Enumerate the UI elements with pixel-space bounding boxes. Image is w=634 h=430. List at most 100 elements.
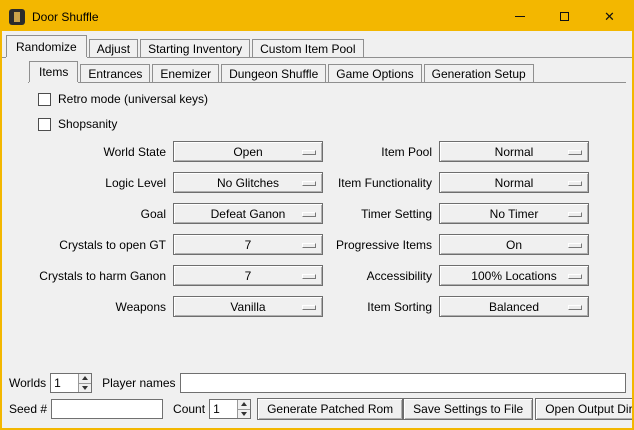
- tab-enemizer[interactable]: Enemizer: [152, 64, 219, 82]
- player-names-input[interactable]: [180, 373, 627, 393]
- caption-buttons: ✕: [497, 2, 632, 31]
- item-pool-dropdown[interactable]: Normal: [439, 141, 589, 162]
- titlebar: Door Shuffle ✕: [2, 2, 632, 31]
- progressive-items-value: On: [440, 238, 588, 252]
- accessibility-dropdown[interactable]: 100% Locations: [439, 265, 589, 286]
- shopsanity-checkbox[interactable]: Shopsanity: [38, 116, 632, 132]
- shopsanity-checkbox-box[interactable]: [38, 118, 51, 131]
- count-input[interactable]: [210, 400, 237, 418]
- count-spinbox[interactable]: [209, 399, 251, 419]
- worlds-row: Worlds Player names: [9, 373, 626, 393]
- goal-dropdown[interactable]: Defeat Ganon: [173, 203, 323, 224]
- weapons-value: Vanilla: [174, 300, 322, 314]
- tab-randomize[interactable]: Randomize: [6, 35, 87, 57]
- crystals-harm-ganon-dropdown[interactable]: 7: [173, 265, 323, 286]
- worlds-spin-down-button[interactable]: [78, 383, 91, 393]
- tab-custom-item-pool[interactable]: Custom Item Pool: [252, 39, 363, 57]
- item-pool-value: Normal: [440, 145, 588, 159]
- retro-mode-checkbox-box[interactable]: [38, 93, 51, 106]
- crystals-open-gt-value: 7: [174, 238, 322, 252]
- spin-up-icon: [241, 402, 247, 406]
- dropdown-indicator-icon: [302, 274, 316, 279]
- shopsanity-checkbox-label: Shopsanity: [58, 117, 117, 131]
- world-state-dropdown[interactable]: Open: [173, 141, 323, 162]
- item-functionality-value: Normal: [440, 176, 588, 190]
- crystals-harm-ganon-value: 7: [174, 269, 322, 283]
- close-icon: ✕: [604, 10, 615, 23]
- seed-label: Seed #: [9, 402, 47, 416]
- dropdown-indicator-icon: [302, 181, 316, 186]
- item-functionality-dropdown[interactable]: Normal: [439, 172, 589, 193]
- minimize-button[interactable]: [497, 2, 542, 31]
- crystals-harm-ganon-label: Crystals to harm Ganon: [38, 269, 166, 283]
- item-sorting-value: Balanced: [440, 300, 588, 314]
- item-sorting-label: Item Sorting: [331, 300, 432, 314]
- window-title: Door Shuffle: [32, 10, 99, 24]
- dropdown-indicator-icon: [568, 181, 582, 186]
- crystals-open-gt-label: Crystals to open GT: [38, 238, 166, 252]
- count-spin-up-button[interactable]: [237, 400, 250, 409]
- window: Door Shuffle ✕ Randomize Adjust Starting…: [0, 0, 634, 430]
- count-spin-buttons: [237, 400, 250, 418]
- seed-row: Seed # Count Generate Patched Rom Save S…: [9, 398, 626, 420]
- logic-level-value: No Glitches: [174, 176, 322, 190]
- worlds-label: Worlds: [9, 376, 46, 390]
- minimize-icon: [515, 16, 525, 17]
- maximize-button[interactable]: [542, 2, 587, 31]
- timer-setting-value: No Timer: [440, 207, 588, 221]
- tab-dungeon-shuffle[interactable]: Dungeon Shuffle: [221, 64, 326, 82]
- timer-setting-label: Timer Setting: [331, 207, 432, 221]
- retro-mode-checkbox[interactable]: Retro mode (universal keys): [38, 91, 632, 107]
- tab-starting-inventory[interactable]: Starting Inventory: [140, 39, 250, 57]
- app-icon: [9, 9, 25, 25]
- open-output-directory-button[interactable]: Open Output Directory: [535, 398, 634, 420]
- tab-generation-setup[interactable]: Generation Setup: [424, 64, 534, 82]
- spin-down-icon: [82, 386, 88, 390]
- count-label: Count: [173, 402, 205, 416]
- options-form: World State Open Logic Level No Glitches…: [38, 141, 632, 327]
- accessibility-label: Accessibility: [331, 269, 432, 283]
- goal-value: Defeat Ganon: [174, 207, 322, 221]
- logic-level-dropdown[interactable]: No Glitches: [173, 172, 323, 193]
- worlds-spin-up-button[interactable]: [78, 374, 91, 383]
- footer: Worlds Player names Seed # Count: [2, 373, 632, 428]
- inner-tab-bar: Items Entrances Enemizer Dungeon Shuffle…: [28, 60, 626, 83]
- dropdown-indicator-icon: [302, 305, 316, 310]
- items-tab-pane: Retro mode (universal keys) Shopsanity W…: [2, 83, 632, 373]
- tab-entrances[interactable]: Entrances: [80, 64, 150, 82]
- world-state-value: Open: [174, 145, 322, 159]
- crystals-open-gt-dropdown[interactable]: 7: [173, 234, 323, 255]
- dropdown-indicator-icon: [568, 274, 582, 279]
- generate-patched-rom-button[interactable]: Generate Patched Rom: [257, 398, 403, 420]
- retro-mode-checkbox-label: Retro mode (universal keys): [58, 92, 208, 106]
- item-functionality-label: Item Functionality: [331, 176, 432, 190]
- options-column-left: World State Open Logic Level No Glitches…: [38, 141, 323, 327]
- worlds-spinbox[interactable]: [50, 373, 92, 393]
- tab-items[interactable]: Items: [29, 61, 78, 82]
- maximize-icon: [560, 12, 569, 21]
- accessibility-value: 100% Locations: [440, 269, 588, 283]
- dropdown-indicator-icon: [568, 150, 582, 155]
- seed-input[interactable]: [51, 399, 163, 419]
- dropdown-indicator-icon: [568, 243, 582, 248]
- worlds-input[interactable]: [51, 374, 78, 392]
- close-button[interactable]: ✕: [587, 2, 632, 31]
- item-pool-label: Item Pool: [331, 145, 432, 159]
- dropdown-indicator-icon: [302, 243, 316, 248]
- item-sorting-dropdown[interactable]: Balanced: [439, 296, 589, 317]
- options-column-right: Item Pool Normal Item Functionality Norm…: [331, 141, 589, 327]
- weapons-dropdown[interactable]: Vanilla: [173, 296, 323, 317]
- worlds-spin-buttons: [78, 374, 91, 392]
- dropdown-indicator-icon: [568, 212, 582, 217]
- spin-up-icon: [82, 376, 88, 380]
- player-names-label: Player names: [102, 376, 175, 390]
- dropdown-indicator-icon: [568, 305, 582, 310]
- count-spin-down-button[interactable]: [237, 409, 250, 419]
- timer-setting-dropdown[interactable]: No Timer: [439, 203, 589, 224]
- progressive-items-label: Progressive Items: [331, 238, 432, 252]
- progressive-items-dropdown[interactable]: On: [439, 234, 589, 255]
- spin-down-icon: [241, 412, 247, 416]
- tab-game-options[interactable]: Game Options: [328, 64, 421, 82]
- save-settings-button[interactable]: Save Settings to File: [403, 398, 533, 420]
- tab-adjust[interactable]: Adjust: [89, 39, 138, 57]
